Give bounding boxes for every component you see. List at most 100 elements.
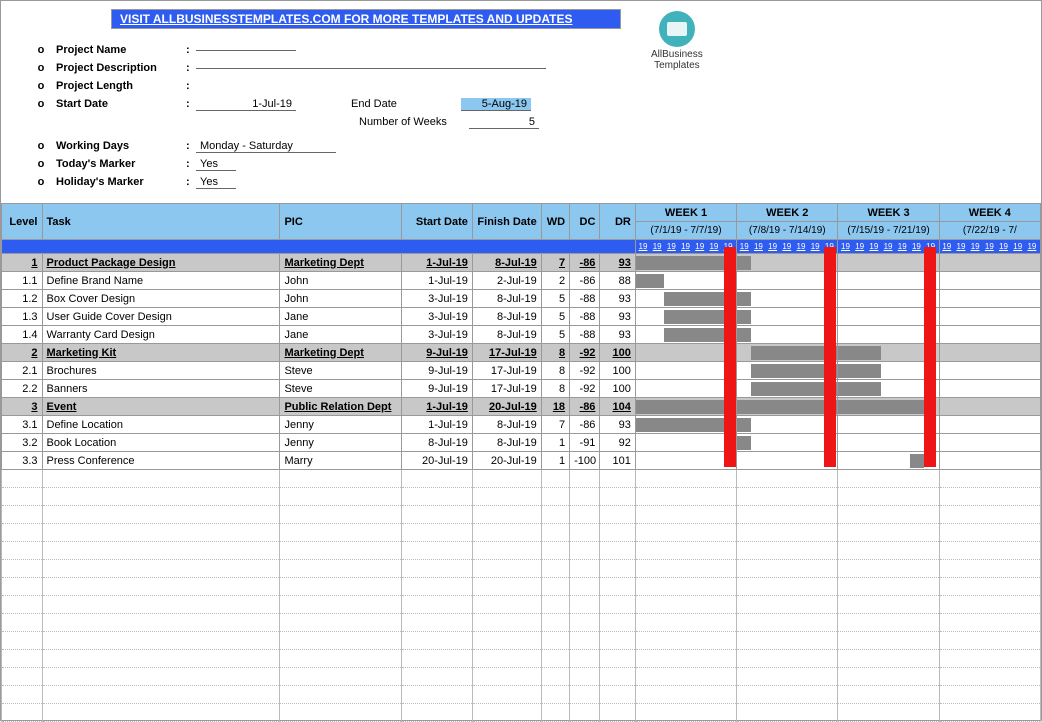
cell[interactable]: 1.3	[2, 308, 43, 326]
cell[interactable]: 20-Jul-19	[401, 452, 472, 470]
cell[interactable]: 2.2	[2, 380, 43, 398]
cell[interactable]: 1.1	[2, 272, 43, 290]
cell[interactable]: 100	[600, 344, 635, 362]
cell[interactable]: Brochures	[42, 362, 280, 380]
cell[interactable]: 1	[541, 452, 569, 470]
cell[interactable]: Steve	[280, 380, 402, 398]
cell[interactable]: Marketing Kit	[42, 344, 280, 362]
cell[interactable]: 9-Jul-19	[401, 380, 472, 398]
cell[interactable]: Box Cover Design	[42, 290, 280, 308]
cell[interactable]: 100	[600, 380, 635, 398]
cell[interactable]: 100	[600, 362, 635, 380]
cell[interactable]: Event	[42, 398, 280, 416]
cell[interactable]: 2	[2, 344, 43, 362]
cell[interactable]: 3	[2, 398, 43, 416]
table-row[interactable]: 1.2Box Cover DesignJohn3-Jul-198-Jul-195…	[2, 290, 1041, 308]
field-project-desc[interactable]	[196, 68, 546, 69]
cell[interactable]: -88	[570, 308, 600, 326]
cell[interactable]: Marketing Dept	[280, 254, 402, 272]
cell[interactable]: -86	[570, 398, 600, 416]
table-row[interactable]: 1.4Warranty Card DesignJane3-Jul-198-Jul…	[2, 326, 1041, 344]
cell[interactable]: -88	[570, 290, 600, 308]
cell[interactable]: -86	[570, 416, 600, 434]
cell[interactable]: User Guide Cover Design	[42, 308, 280, 326]
cell[interactable]: 17-Jul-19	[472, 380, 541, 398]
field-today-marker[interactable]: Yes	[196, 158, 236, 171]
field-start-date[interactable]: 1-Jul-19	[196, 98, 296, 111]
cell[interactable]: -86	[570, 272, 600, 290]
cell[interactable]: Define Brand Name	[42, 272, 280, 290]
cell[interactable]: -92	[570, 380, 600, 398]
cell[interactable]: -86	[570, 254, 600, 272]
cell[interactable]: 17-Jul-19	[472, 362, 541, 380]
cell[interactable]: 8-Jul-19	[472, 326, 541, 344]
cell[interactable]: 93	[600, 290, 635, 308]
cell[interactable]: Jenny	[280, 416, 402, 434]
cell[interactable]: 3-Jul-19	[401, 290, 472, 308]
cell[interactable]: John	[280, 272, 402, 290]
cell[interactable]: 1-Jul-19	[401, 416, 472, 434]
cell[interactable]: 3.2	[2, 434, 43, 452]
cell[interactable]: 8-Jul-19	[472, 308, 541, 326]
cell[interactable]: 93	[600, 416, 635, 434]
field-end-date[interactable]: 5-Aug-19	[461, 98, 531, 111]
cell[interactable]: 5	[541, 308, 569, 326]
cell[interactable]: 92	[600, 434, 635, 452]
cell[interactable]: 1.4	[2, 326, 43, 344]
cell[interactable]: 9-Jul-19	[401, 362, 472, 380]
table-row[interactable]: 2.2BannersSteve9-Jul-1917-Jul-198-92100	[2, 380, 1041, 398]
cell[interactable]: 1	[2, 254, 43, 272]
cell[interactable]: Banners	[42, 380, 280, 398]
banner-link[interactable]: VISIT ALLBUSINESSTEMPLATES.COM FOR MORE …	[111, 9, 621, 29]
cell[interactable]: 3-Jul-19	[401, 326, 472, 344]
table-row[interactable]: 1.1Define Brand NameJohn1-Jul-192-Jul-19…	[2, 272, 1041, 290]
cell[interactable]: 1-Jul-19	[401, 254, 472, 272]
cell[interactable]: Product Package Design	[42, 254, 280, 272]
cell[interactable]: 1	[541, 434, 569, 452]
cell[interactable]: 18	[541, 398, 569, 416]
table-row[interactable]: 2Marketing KitMarketing Dept9-Jul-1917-J…	[2, 344, 1041, 362]
cell[interactable]: 8	[541, 380, 569, 398]
cell[interactable]: 2	[541, 272, 569, 290]
cell[interactable]: Steve	[280, 362, 402, 380]
cell[interactable]: 17-Jul-19	[472, 344, 541, 362]
cell[interactable]: -100	[570, 452, 600, 470]
cell[interactable]: 2-Jul-19	[472, 272, 541, 290]
cell[interactable]: Book Location	[42, 434, 280, 452]
field-working-days[interactable]: Monday - Saturday	[196, 140, 336, 153]
cell[interactable]: Press Conference	[42, 452, 280, 470]
cell[interactable]: Public Relation Dept	[280, 398, 402, 416]
cell[interactable]: 3.1	[2, 416, 43, 434]
table-row[interactable]: 3EventPublic Relation Dept1-Jul-1920-Jul…	[2, 398, 1041, 416]
cell[interactable]: 8	[541, 344, 569, 362]
cell[interactable]: 8-Jul-19	[401, 434, 472, 452]
cell[interactable]: 8-Jul-19	[472, 434, 541, 452]
cell[interactable]: 101	[600, 452, 635, 470]
cell[interactable]: Jane	[280, 326, 402, 344]
cell[interactable]: Marketing Dept	[280, 344, 402, 362]
table-row[interactable]: 1.3User Guide Cover DesignJane3-Jul-198-…	[2, 308, 1041, 326]
cell[interactable]: 93	[600, 326, 635, 344]
cell[interactable]: 7	[541, 254, 569, 272]
field-holiday-marker[interactable]: Yes	[196, 176, 236, 189]
cell[interactable]: -91	[570, 434, 600, 452]
cell[interactable]: 7	[541, 416, 569, 434]
cell[interactable]: Define Location	[42, 416, 280, 434]
cell[interactable]: Marry	[280, 452, 402, 470]
cell[interactable]: Jane	[280, 308, 402, 326]
cell[interactable]: -92	[570, 344, 600, 362]
cell[interactable]: Warranty Card Design	[42, 326, 280, 344]
cell[interactable]: 8	[541, 362, 569, 380]
table-row[interactable]: 3.2Book LocationJenny8-Jul-198-Jul-191-9…	[2, 434, 1041, 452]
cell[interactable]: -92	[570, 362, 600, 380]
cell[interactable]: 1.2	[2, 290, 43, 308]
cell[interactable]: 3-Jul-19	[401, 308, 472, 326]
cell[interactable]: 1-Jul-19	[401, 272, 472, 290]
cell[interactable]: 8-Jul-19	[472, 416, 541, 434]
field-num-weeks[interactable]: 5	[469, 116, 539, 129]
cell[interactable]: 93	[600, 308, 635, 326]
cell[interactable]: 5	[541, 326, 569, 344]
cell[interactable]: Jenny	[280, 434, 402, 452]
cell[interactable]: 9-Jul-19	[401, 344, 472, 362]
cell[interactable]: 20-Jul-19	[472, 452, 541, 470]
